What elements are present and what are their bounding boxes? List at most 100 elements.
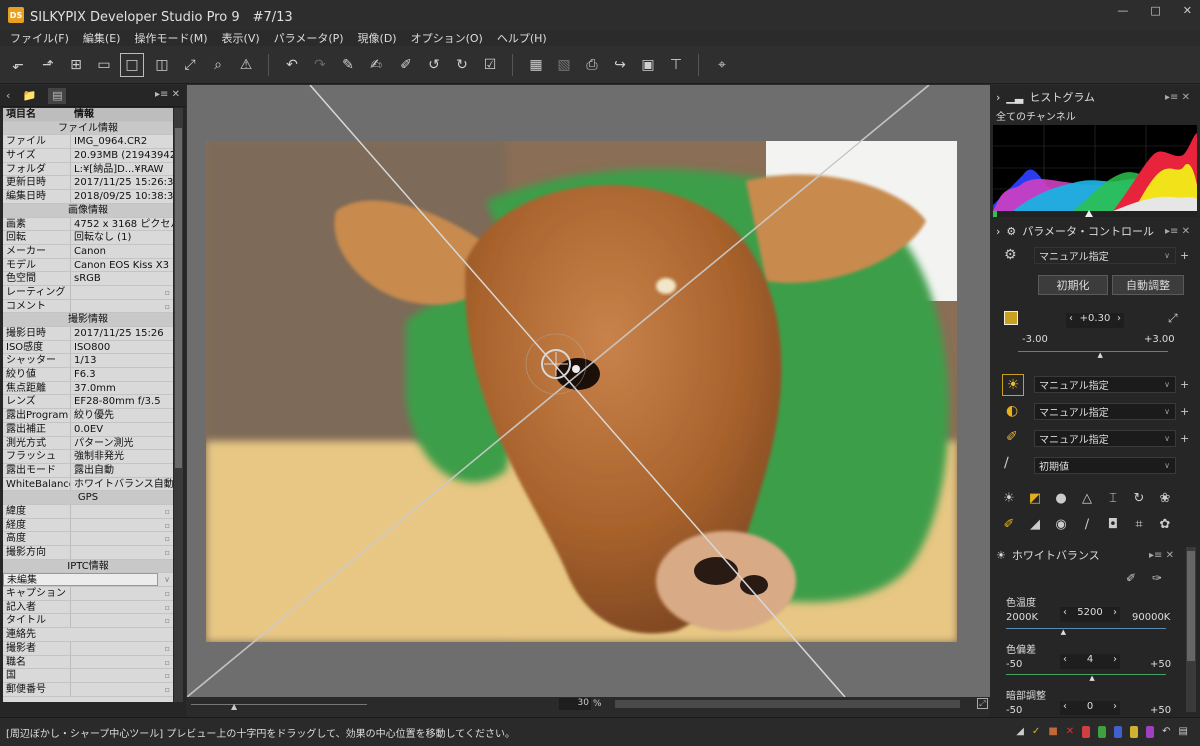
thumbnail-view-icon[interactable]: ⊞ xyxy=(66,55,86,75)
lens-icon[interactable]: ✿ xyxy=(1156,515,1174,533)
expand-icon[interactable]: › xyxy=(996,225,1000,238)
info-value[interactable]: 2018/09/25 10:38:3 xyxy=(71,190,173,203)
edit-field-icon[interactable]: ▫ xyxy=(165,683,170,696)
dark-decrement[interactable]: ‹ xyxy=(1063,701,1067,715)
tint-value-box[interactable]: ‹ 4 › xyxy=(1060,654,1120,669)
info-value[interactable]: ▫ xyxy=(71,587,173,600)
panel-menu-icon[interactable]: ▸≡ ✕ xyxy=(155,89,180,100)
auto-exposure-icon[interactable]: ⤢ xyxy=(1168,311,1178,326)
exposure-tool-icon[interactable]: ◩ xyxy=(1026,489,1044,507)
color-select[interactable]: マニュアル指定 ∨ xyxy=(1034,430,1176,447)
zoom-input[interactable]: 30 xyxy=(559,698,591,710)
purple-label-icon[interactable] xyxy=(1146,726,1155,738)
menu-option[interactable]: オプション(O) xyxy=(411,30,483,46)
sphere-icon[interactable]: ● xyxy=(1052,489,1070,507)
slideshow-icon[interactable]: ▣ xyxy=(638,55,658,75)
info-value[interactable]: ▫ xyxy=(71,286,173,299)
temp-decrement[interactable]: ‹ xyxy=(1063,607,1067,622)
scrollbar-thumb[interactable] xyxy=(175,128,182,468)
hue-icon[interactable]: △ xyxy=(1078,489,1096,507)
edit-field-icon[interactable]: ▫ xyxy=(165,532,170,545)
prev-image-icon[interactable]: ⬐ xyxy=(8,55,28,75)
menu-view[interactable]: 表示(V) xyxy=(222,30,260,46)
redo-icon[interactable]: ↷ xyxy=(310,55,330,75)
filmstrip-view-icon[interactable]: ▭ xyxy=(94,55,114,75)
edit-field-icon[interactable]: ▫ xyxy=(165,669,170,682)
info-value[interactable]: ▫ xyxy=(71,614,173,627)
rotate-left-icon[interactable]: ↺ xyxy=(424,55,444,75)
edit-field-icon[interactable]: ▫ xyxy=(165,546,170,559)
exposure-value[interactable]: +0.30 xyxy=(1080,313,1111,328)
sharpness-select[interactable]: 初期値 ∨ xyxy=(1034,457,1176,474)
info-value[interactable]: 4752 x 3168 ピクセル xyxy=(71,218,173,231)
wb-picker-icon[interactable]: ✐ xyxy=(1126,571,1136,585)
info-value[interactable]: ▫ xyxy=(71,601,173,614)
add-preset-icon[interactable]: + xyxy=(1180,249,1189,262)
single-view-icon[interactable]: □ xyxy=(120,53,144,77)
info-value[interactable]: Canon EOS Kiss X3 xyxy=(71,259,173,272)
menu-develop[interactable]: 現像(D) xyxy=(358,30,397,46)
info-value[interactable]: ISO800 xyxy=(71,341,173,354)
edit-field-icon[interactable]: ▫ xyxy=(165,601,170,614)
eye-icon[interactable]: ◉ xyxy=(1052,515,1070,533)
edit-field-icon[interactable]: ▫ xyxy=(165,587,170,600)
info-value[interactable]: ▫ xyxy=(71,683,173,696)
fit-view-icon[interactable]: ⤢ xyxy=(977,698,988,709)
menu-edit[interactable]: 編集(E) xyxy=(83,30,121,46)
info-value[interactable]: EF28-80mm f/3.5 xyxy=(71,395,173,408)
info-value[interactable]: 絞り優先 xyxy=(71,409,173,422)
undo-mark-icon[interactable]: ↶ xyxy=(1162,726,1170,738)
add-wb-icon[interactable]: + xyxy=(1180,378,1189,391)
green-label-icon[interactable] xyxy=(1098,726,1107,738)
next-image-icon[interactable]: ⬏ xyxy=(38,55,58,75)
info-value[interactable]: 1/13 xyxy=(71,354,173,367)
iptc-status-select[interactable]: 未編集 ∨ xyxy=(3,573,173,588)
edit-field-icon[interactable]: ▫ xyxy=(165,656,170,669)
brush-icon[interactable]: ✐ xyxy=(396,55,416,75)
info-tab-icon[interactable]: ▤ xyxy=(48,87,67,104)
delete-mark-icon[interactable]: ✕ xyxy=(1066,726,1074,738)
info-value[interactable]: 0.0EV xyxy=(71,423,173,436)
tint-increment[interactable]: › xyxy=(1113,654,1117,669)
info-value[interactable]: F6.3 xyxy=(71,368,173,381)
copy-params-icon[interactable]: ✎ xyxy=(338,55,358,75)
white-balance-header[interactable]: ☀ ホワイトバランス ▸≡ ✕ xyxy=(990,545,1184,565)
info-value[interactable]: sRGB xyxy=(71,272,173,285)
exposure-increment[interactable]: › xyxy=(1117,313,1121,328)
info-value[interactable]: ▫ xyxy=(71,669,173,682)
right-panel-scrollbar[interactable] xyxy=(1186,547,1196,712)
white-balance-icon[interactable]: ☀ xyxy=(1002,374,1024,396)
info-value[interactable]: ▫ xyxy=(71,519,173,532)
wb-eyedropper-icon[interactable]: ✑ xyxy=(1152,571,1162,585)
tint-decrement[interactable]: ‹ xyxy=(1063,654,1067,669)
temp-value-box[interactable]: ‹ 5200 › xyxy=(1060,607,1120,622)
check-mark-icon[interactable]: ✓ xyxy=(1032,726,1040,738)
info-value[interactable]: ▫ xyxy=(71,505,173,518)
edit-field-icon[interactable]: ▫ xyxy=(165,614,170,627)
add-color-icon[interactable]: + xyxy=(1180,432,1189,445)
info-value[interactable]: ▫ xyxy=(71,642,173,655)
parameter-control-header[interactable]: › ⚙ パラメータ・コントロール ▸≡ ✕ xyxy=(990,221,1200,241)
dust-icon[interactable]: ◘ xyxy=(1104,515,1122,533)
red-label-icon[interactable] xyxy=(1082,726,1091,738)
batch-develop-icon[interactable]: ▧ xyxy=(554,55,574,75)
print-icon[interactable]: ⎙ xyxy=(582,55,602,75)
dynamic-range-icon[interactable]: ⌶ xyxy=(1104,489,1122,507)
sharpness-icon[interactable]: ∕ xyxy=(1004,455,1009,471)
compare-view-icon[interactable]: ◫ xyxy=(152,55,172,75)
zoom-icon[interactable]: ⌕ xyxy=(208,55,228,75)
iptc-dropdown-arrow-icon[interactable]: ∨ xyxy=(164,573,170,587)
info-value[interactable]: L:¥[納品]D...¥RAW xyxy=(71,163,173,176)
paste-params-icon[interactable]: ✍ xyxy=(366,55,386,75)
info-value[interactable]: パターン測光 xyxy=(71,437,173,450)
auto-adjust-button[interactable]: 自動調整 xyxy=(1112,275,1184,295)
info-scrollbar[interactable] xyxy=(174,108,183,702)
dark-value-box[interactable]: ‹ 0 › xyxy=(1060,701,1120,715)
dark-increment[interactable]: › xyxy=(1113,701,1117,715)
info-value[interactable]: 露出自動 xyxy=(71,464,173,477)
zoom-slider-thumb[interactable]: ▲ xyxy=(231,702,237,711)
temp-slider-thumb[interactable]: ▲ xyxy=(1061,628,1066,636)
tint-slider-thumb[interactable]: ▲ xyxy=(1089,674,1094,682)
temp-slider[interactable] xyxy=(1006,628,1166,629)
close-button[interactable]: ✕ xyxy=(1183,4,1192,17)
